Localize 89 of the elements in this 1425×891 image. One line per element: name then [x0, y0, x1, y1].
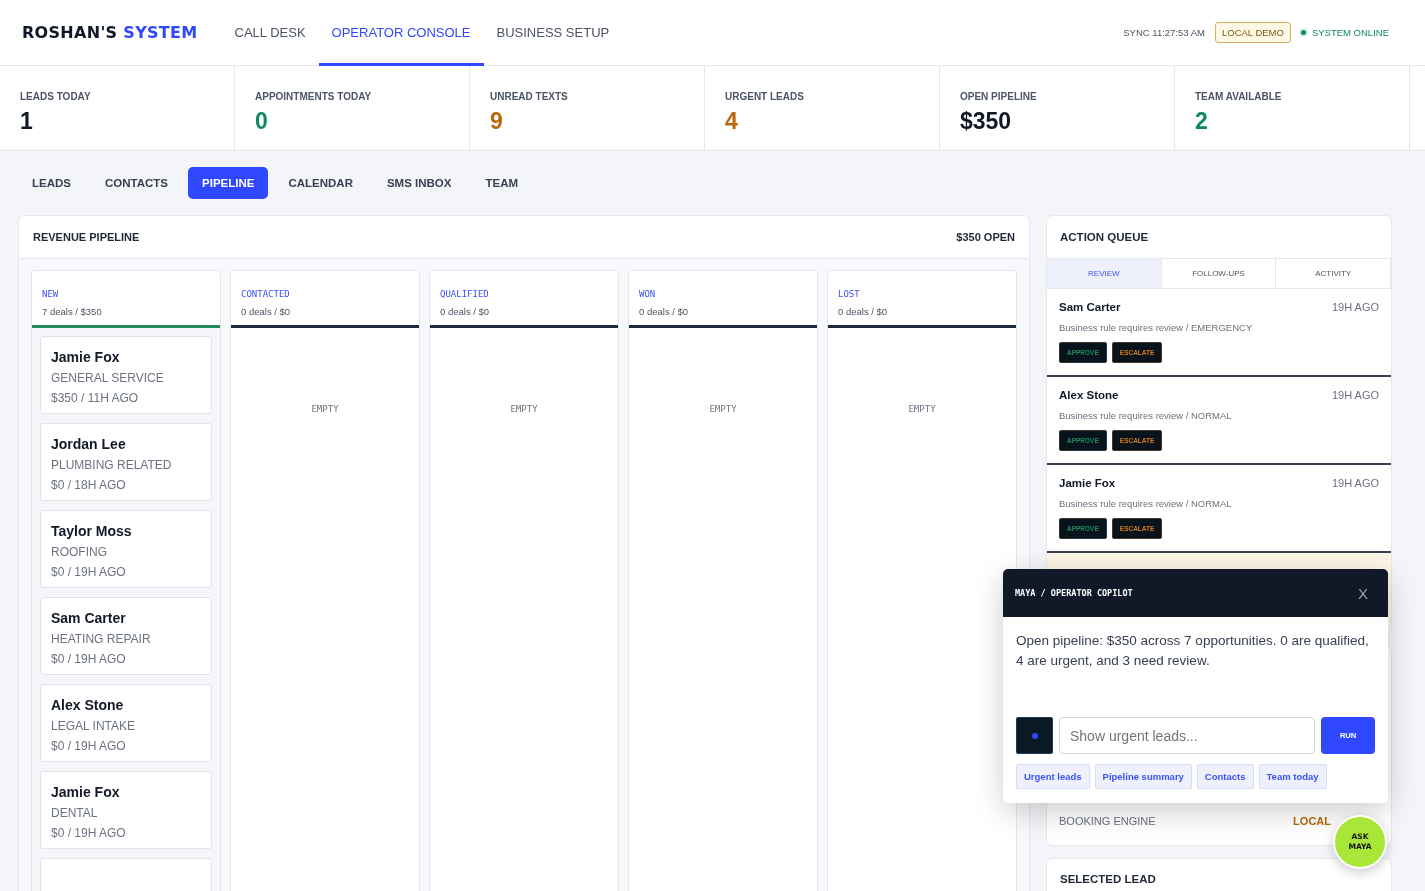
- brand-logo: ROSHAN'S SYSTEM: [22, 23, 198, 42]
- stage-summary: 0 deals / $0: [241, 306, 291, 317]
- stage-name: QUALIFIED: [440, 289, 489, 299]
- deal-card[interactable]: Jamie Fox DENTAL $0 / 19H AGO: [40, 771, 212, 849]
- empty-label: EMPTY: [709, 404, 737, 414]
- review-reason: Business rule requires review / NORMAL: [1059, 498, 1232, 509]
- deal-service: ROOFING: [51, 545, 107, 559]
- dialog-title: MAYA / OPERATOR COPILOT: [1015, 588, 1133, 598]
- deal-meta: $0 / 19H AGO: [51, 652, 126, 666]
- section-tab[interactable]: CONTACTS: [91, 167, 182, 199]
- deal-meta: $0 / 19H AGO: [51, 826, 126, 840]
- suggestion-chip[interactable]: Team today: [1258, 764, 1327, 789]
- stat-label: OPEN PIPELINE: [960, 91, 1037, 102]
- lead-time: 19H AGO: [1331, 389, 1379, 401]
- panel-title: SELECTED LEAD: [1060, 873, 1156, 885]
- review-reason: Business rule requires review / NORMAL: [1059, 410, 1232, 421]
- lead-name: Alex Stone: [1059, 389, 1119, 401]
- stage-summary: 0 deals / $0: [440, 306, 490, 317]
- deal-meta: $0 / 18H AGO: [51, 478, 126, 492]
- stat-label: TEAM AVAILABLE: [1195, 91, 1282, 102]
- deal-service: GENERAL SERVICE: [51, 371, 164, 385]
- section-tab[interactable]: PIPELINE: [188, 167, 269, 199]
- stat-label: UNREAD TEXTS: [490, 91, 568, 102]
- section-tab[interactable]: CALENDAR: [274, 167, 367, 199]
- deal-name: Jamie Fox: [51, 349, 120, 365]
- close-button[interactable]: X: [1352, 584, 1374, 602]
- voice-button[interactable]: [1016, 717, 1053, 754]
- mode-badge: LOCAL DEMO: [1214, 22, 1291, 43]
- deal-card[interactable]: Taylor Moss ROOFING $0 / 19H AGO: [40, 510, 212, 588]
- stat-label: APPOINTMENTS TODAY: [255, 91, 372, 102]
- nav-tab[interactable]: CALL DESK: [221, 0, 319, 66]
- queue-tab[interactable]: REVIEW: [1047, 259, 1162, 288]
- stage-name: NEW: [42, 289, 59, 299]
- lead-name: Jamie Fox: [1059, 477, 1116, 489]
- deal-service: HEATING REPAIR: [51, 632, 151, 646]
- suggestion-chip[interactable]: Contacts: [1196, 764, 1254, 789]
- panel-title: REVENUE PIPELINE: [33, 231, 140, 243]
- section-tab[interactable]: LEADS: [18, 167, 85, 199]
- deal-card[interactable]: Jordan Lee PLUMBING RELATED $0 / 18H AGO: [40, 423, 212, 501]
- lead-name: Sam Carter: [1059, 301, 1121, 313]
- deal-card[interactable]: Alex Stone LEGAL INTAKE $0 / 19H AGO: [40, 684, 212, 762]
- deal-name: Taylor Moss: [51, 523, 132, 539]
- prompt-field[interactable]: Show urgent leads...: [1059, 717, 1315, 754]
- status-dot-icon: [1300, 30, 1306, 35]
- setting-value: LOCAL: [1293, 815, 1331, 827]
- stat-label: URGENT LEADS: [725, 91, 804, 102]
- stat-value: 0: [255, 108, 268, 135]
- deal-service: DENTAL: [51, 806, 98, 820]
- empty-label: EMPTY: [311, 404, 339, 414]
- deal-service: LEGAL INTAKE: [51, 719, 136, 733]
- copilot-message: Open pipeline: $350 across 7 opportunities. 0 are qualified, 4 are urgent, and 3 need review.: [1015, 632, 1370, 670]
- setting-label: BOOKING ENGINE: [1059, 815, 1156, 827]
- deal-meta: $0 / 19H AGO: [51, 565, 126, 579]
- deal-name: Sam Carter: [51, 610, 126, 626]
- stat-label: LEADS TODAY: [20, 91, 91, 102]
- stage-summary: 0 deals / $0: [639, 306, 689, 317]
- deal-meta: $350 / 11H AGO: [51, 391, 139, 405]
- deal-card[interactable]: Jamie Fox GENERAL SERVICE $350 / 11H AGO: [40, 336, 212, 414]
- section-tab[interactable]: SMS INBOX: [372, 167, 466, 199]
- lead-time: 19H AGO: [1331, 477, 1379, 489]
- deal-name: Jordan Lee: [51, 436, 126, 452]
- suggestion-chip[interactable]: Pipeline summary: [1094, 764, 1192, 789]
- suggestion-chip[interactable]: Urgent leads: [1016, 764, 1090, 789]
- deal-name: Jamie Fox: [51, 784, 120, 800]
- deal-meta: $0 / 19H AGO: [51, 739, 126, 753]
- deal-card[interactable]: Sam Carter HEATING REPAIR $0 / 19H AGO: [40, 597, 212, 675]
- stat-value: $350: [960, 108, 1012, 135]
- status-label: SYSTEM ONLINE: [1311, 27, 1389, 38]
- stage-summary: 0 deals / $0: [838, 306, 888, 317]
- stage-name: WON: [639, 289, 656, 299]
- stat-value: 4: [725, 108, 738, 135]
- lead-time: 19H AGO: [1331, 301, 1379, 313]
- deal-name: Alex Stone: [51, 697, 124, 713]
- deal-service: PLUMBING RELATED: [51, 458, 172, 472]
- pipeline-total: $350 OPEN: [956, 231, 1015, 243]
- review-reason: Business rule requires review / EMERGENCY: [1059, 322, 1253, 333]
- sync-time: SYNC 11:27:53 AM: [1123, 27, 1205, 38]
- stage-name: LOST: [838, 289, 860, 299]
- stage-name: CONTACTED: [241, 289, 290, 299]
- dot-icon: [1031, 732, 1038, 739]
- nav-tab[interactable]: BUSINESS SETUP: [483, 0, 623, 66]
- empty-label: EMPTY: [908, 404, 936, 414]
- panel-title: ACTION QUEUE: [1059, 230, 1150, 245]
- empty-label: EMPTY: [510, 404, 538, 414]
- section-tab[interactable]: TEAM: [471, 167, 533, 199]
- stage-summary: 7 deals / $350: [42, 306, 102, 317]
- stat-value: 2: [1195, 108, 1208, 135]
- stat-value: 9: [490, 108, 503, 135]
- stat-value: 1: [20, 108, 33, 135]
